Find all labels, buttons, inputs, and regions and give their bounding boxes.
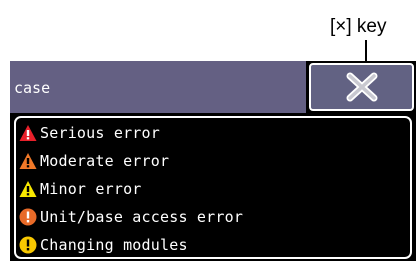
legend-item-moderate-error: Moderate error — [18, 148, 169, 174]
minor-error-icon — [19, 181, 37, 197]
unit-base-access-error-icon — [19, 208, 37, 226]
error-legend-panel: case Serious error Moderate error Minor … — [10, 61, 416, 261]
legend-item-changing-modules: Changing modules — [18, 232, 188, 258]
window-title: case — [14, 79, 51, 97]
close-key-callout-label: [×] key — [330, 16, 387, 37]
legend-item-serious-error: Serious error — [18, 120, 160, 146]
legend-item-unit-base-access-error: Unit/base access error — [18, 204, 243, 230]
error-legend-list: Serious error Moderate error Minor error — [14, 116, 412, 259]
close-button[interactable] — [309, 63, 414, 111]
changing-modules-icon — [19, 236, 37, 254]
serious-error-icon — [19, 125, 37, 141]
title-bar: case — [10, 61, 306, 113]
legend-item-minor-error: Minor error — [18, 176, 142, 202]
moderate-error-icon — [19, 153, 37, 169]
close-x-icon — [346, 72, 377, 102]
callout-leader-line — [365, 40, 367, 62]
